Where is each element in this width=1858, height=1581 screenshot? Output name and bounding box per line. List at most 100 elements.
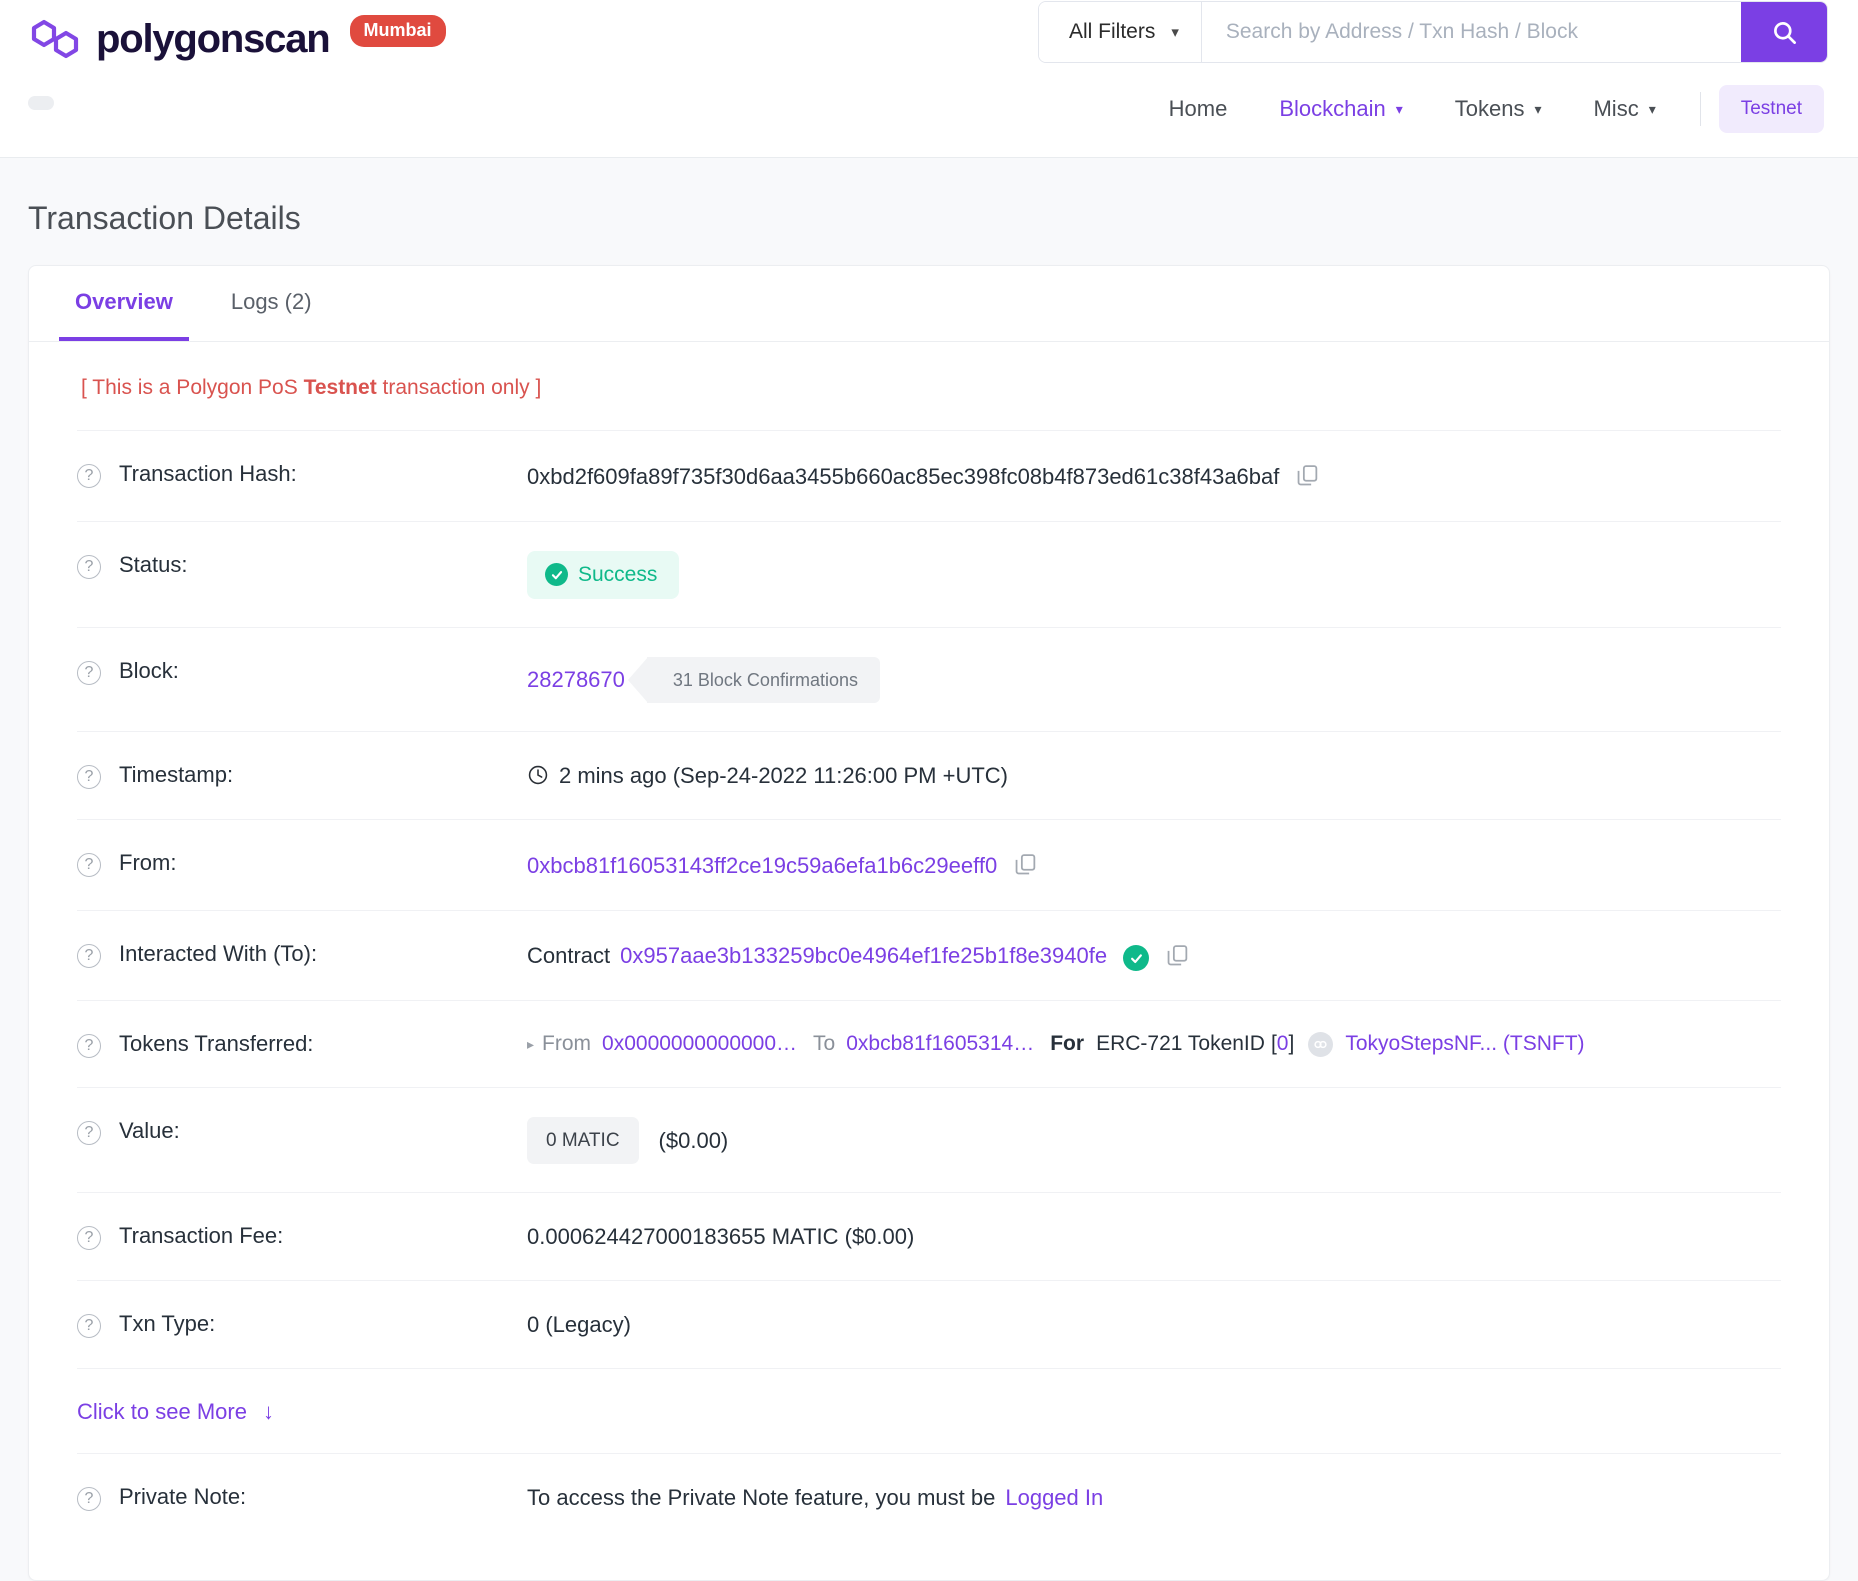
search-bar: All Filters ▾	[1038, 1, 1828, 63]
token-id-link[interactable]: 0	[1277, 1030, 1289, 1058]
nav-item-misc[interactable]: Misc ▾	[1567, 86, 1681, 132]
help-icon[interactable]: ?	[77, 1314, 101, 1339]
help-icon[interactable]: ?	[77, 661, 101, 686]
label-text: Transaction Fee:	[119, 1223, 284, 1249]
copy-glyph	[1298, 465, 1318, 486]
main-navigation: Home Blockchain ▾ Tokens ▾ Misc ▾ Testne…	[1143, 85, 1828, 133]
copy-glyph	[1167, 944, 1188, 966]
help-icon[interactable]: ?	[77, 464, 101, 488]
link-glyph	[1314, 1040, 1327, 1049]
logged-in-link[interactable]: Logged In	[1005, 1483, 1103, 1513]
nav-label-tokens: Tokens	[1454, 96, 1525, 121]
row-label: ? Transaction Hash:	[77, 459, 527, 488]
chevron-down-icon: ▾	[1395, 100, 1403, 117]
all-filters-label: All Filters	[1069, 20, 1156, 43]
chevron-down-icon: ▾	[1171, 24, 1179, 41]
row-tokens-transferred: ? Tokens Transferred: ▸ From 0x000000000…	[77, 1000, 1781, 1086]
brand-name: polygonscan	[96, 16, 331, 61]
row-value-amount: ? Value: 0 MATIC ($0.00)	[77, 1086, 1781, 1193]
testnet-notice-suffix: transaction only ]	[376, 376, 542, 399]
block-wrapper: 28278670 31 Block Confirmations	[527, 657, 880, 704]
search-button[interactable]	[1741, 2, 1827, 62]
row-value: 0xbcb81f16053143ff2ce19c59a6efa1b6c29eef…	[527, 848, 1781, 882]
nav-divider	[1699, 92, 1701, 126]
tab-logs[interactable]: Logs (2)	[215, 289, 328, 341]
row-transaction-hash: ? Transaction Hash: 0xbd2f609fa89f735f30…	[77, 430, 1781, 521]
token-logo-icon	[1308, 1032, 1334, 1058]
label-text: Transaction Hash:	[119, 461, 297, 486]
token-from-address-link[interactable]: 0x0000000000000…	[602, 1030, 797, 1058]
label-text: Block:	[119, 658, 179, 684]
row-value: 0 (Legacy)	[527, 1309, 1781, 1340]
nav-item-tokens[interactable]: Tokens ▾	[1429, 86, 1568, 132]
nav-label-misc: Misc	[1593, 96, 1639, 121]
help-icon[interactable]: ?	[77, 943, 101, 968]
token-from-label: From	[542, 1032, 592, 1056]
nav-label-blockchain: Blockchain	[1279, 96, 1386, 121]
network-switch-button[interactable]: Testnet	[1718, 85, 1824, 133]
all-filters-dropdown[interactable]: All Filters ▾	[1039, 2, 1202, 62]
copy-glyph	[1015, 854, 1036, 875]
help-icon[interactable]: ?	[77, 554, 101, 579]
row-label: ? Tokens Transferred:	[77, 1029, 527, 1059]
expand-triangle-icon[interactable]: ▸	[527, 1035, 534, 1054]
arrow-down-icon: ↓	[262, 1398, 274, 1424]
token-to-address-link[interactable]: 0xbcb81f1605314…	[846, 1030, 1034, 1058]
token-transfer-line: ▸ From 0x0000000000000… To 0xbcb81f16053…	[527, 1030, 1585, 1058]
page-title: Transaction Details	[28, 200, 301, 236]
check-glyph	[1130, 953, 1142, 963]
copy-icon[interactable]	[1295, 463, 1320, 496]
chevron-down-icon: ▾	[1534, 100, 1542, 117]
timestamp-value: 2 mins ago (Sep-24-2022 11:26:00 PM +UTC…	[559, 763, 1008, 789]
search-icon	[1773, 21, 1796, 44]
transaction-fee-value: 0.000624427000183655 MATIC ($0.00)	[527, 1224, 915, 1250]
row-value: 0 MATIC ($0.00)	[527, 1116, 1781, 1165]
row-timestamp: ? Timestamp: 2 mins ago (Sep-24-2022 11:…	[77, 731, 1781, 819]
transaction-card: Overview Logs (2) [ This is a Polygon Po…	[28, 265, 1830, 1581]
row-label: ? Timestamp:	[77, 760, 527, 790]
token-for-label: For	[1050, 1032, 1085, 1056]
txn-type-value: 0 (Legacy)	[527, 1312, 631, 1338]
contract-address-link[interactable]: 0x957aae3b133259bc0e4964ef1fe25b1f8e3940…	[620, 941, 1107, 971]
help-icon[interactable]: ?	[77, 1120, 101, 1145]
chevron-down-icon: ▾	[1648, 100, 1656, 117]
help-icon[interactable]: ?	[77, 1034, 101, 1059]
private-note-text: To access the Private Note feature, you …	[527, 1484, 996, 1510]
see-more-button[interactable]: Click to see More ↓	[77, 1399, 274, 1425]
transaction-hash-value: 0xbd2f609fa89f735f30d6aa3455b660ac85ec39…	[527, 463, 1280, 489]
header-placeholder-pill	[28, 96, 54, 110]
token-standard-text: ERC-721 TokenID	[1096, 1032, 1265, 1056]
from-address-link[interactable]: 0xbcb81f16053143ff2ce19c59a6efa1b6c29eef…	[527, 851, 997, 881]
tab-overview[interactable]: Overview	[59, 289, 189, 341]
row-label: ? Txn Type:	[77, 1309, 527, 1339]
row-from: ? From: 0xbcb81f16053143ff2ce19c59a6efa1…	[77, 819, 1781, 910]
row-label: ? From:	[77, 848, 527, 878]
token-name-link[interactable]: TokyoStepsNF... (TSNFT)	[1345, 1030, 1584, 1058]
value-amount-badge: 0 MATIC	[527, 1116, 639, 1165]
row-label: ? Transaction Fee:	[77, 1221, 527, 1251]
brand-logo[interactable]: polygonscan Mumbai	[30, 0, 446, 62]
token-to-label: To	[813, 1032, 836, 1056]
search-input[interactable]	[1201, 2, 1741, 62]
testnet-notice-bold: Testnet	[303, 376, 377, 399]
label-text: Interacted With (To):	[119, 940, 318, 966]
label-text: Value:	[119, 1117, 180, 1143]
help-icon[interactable]: ?	[77, 853, 101, 878]
help-icon[interactable]: ?	[77, 765, 101, 790]
tab-bar: Overview Logs (2)	[29, 266, 1829, 342]
row-value: 2 mins ago (Sep-24-2022 11:26:00 PM +UTC…	[527, 760, 1781, 791]
check-circle-icon	[545, 563, 568, 587]
help-icon[interactable]: ?	[77, 1226, 101, 1251]
row-value: 0.000624427000183655 MATIC ($0.00)	[527, 1221, 1781, 1252]
copy-icon[interactable]	[1165, 943, 1190, 976]
nav-item-home[interactable]: Home	[1143, 86, 1254, 132]
row-label: ? Private Note:	[77, 1482, 527, 1511]
label-text: Tokens Transferred:	[119, 1031, 314, 1057]
nav-item-blockchain[interactable]: Blockchain ▾	[1253, 86, 1428, 132]
row-label: ? Block:	[77, 656, 527, 686]
help-icon[interactable]: ?	[77, 1486, 101, 1511]
token-id-close-bracket: ]	[1288, 1032, 1295, 1056]
copy-icon[interactable]	[1013, 852, 1038, 885]
block-number-link[interactable]: 28278670	[527, 665, 625, 695]
nav-label-home: Home	[1168, 96, 1228, 121]
